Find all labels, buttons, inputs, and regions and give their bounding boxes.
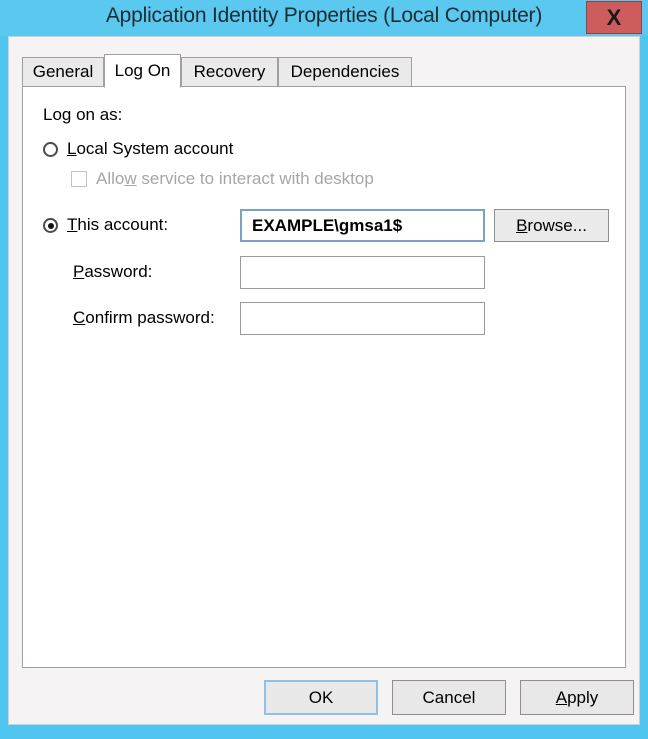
tab-recovery[interactable]: Recovery bbox=[181, 57, 278, 87]
properties-window: Application Identity Properties (Local C… bbox=[0, 0, 648, 739]
account-input[interactable] bbox=[240, 209, 485, 242]
confirm-password-input[interactable] bbox=[240, 302, 485, 335]
radio-local-system-indicator[interactable] bbox=[43, 142, 58, 157]
browse-button[interactable]: Browse... bbox=[494, 209, 609, 242]
log-on-tab-panel: Log on as: Local System account Allow se… bbox=[22, 86, 626, 668]
radio-this-account-label: This account: bbox=[67, 215, 169, 234]
checkbox-allow-service-label: Allow service to interact with desktop bbox=[96, 169, 374, 188]
confirm-password-label: Confirm password: bbox=[73, 308, 215, 327]
cancel-button[interactable]: Cancel bbox=[392, 680, 506, 715]
apply-button[interactable]: Apply bbox=[520, 680, 634, 715]
ok-button[interactable]: OK bbox=[264, 680, 378, 715]
radio-local-system-label: Local System account bbox=[67, 139, 234, 158]
tab-log-on[interactable]: Log On bbox=[104, 54, 181, 88]
close-icon: X bbox=[606, 5, 622, 30]
close-button[interactable]: X bbox=[586, 1, 642, 34]
password-input[interactable] bbox=[240, 256, 485, 289]
radio-this-account-indicator[interactable] bbox=[43, 218, 58, 233]
dialog-body: General Recovery Dependencies Log On Log… bbox=[8, 36, 640, 725]
tab-dependencies[interactable]: Dependencies bbox=[278, 57, 412, 87]
window-title: Application Identity Properties (Local C… bbox=[105, 4, 543, 27]
password-label: Password: bbox=[73, 262, 153, 281]
tab-general[interactable]: General bbox=[22, 57, 104, 87]
log-on-as-label: Log on as: bbox=[43, 105, 123, 124]
title-bar: Application Identity Properties (Local C… bbox=[0, 0, 648, 36]
checkbox-allow-service-indicator bbox=[71, 171, 87, 187]
